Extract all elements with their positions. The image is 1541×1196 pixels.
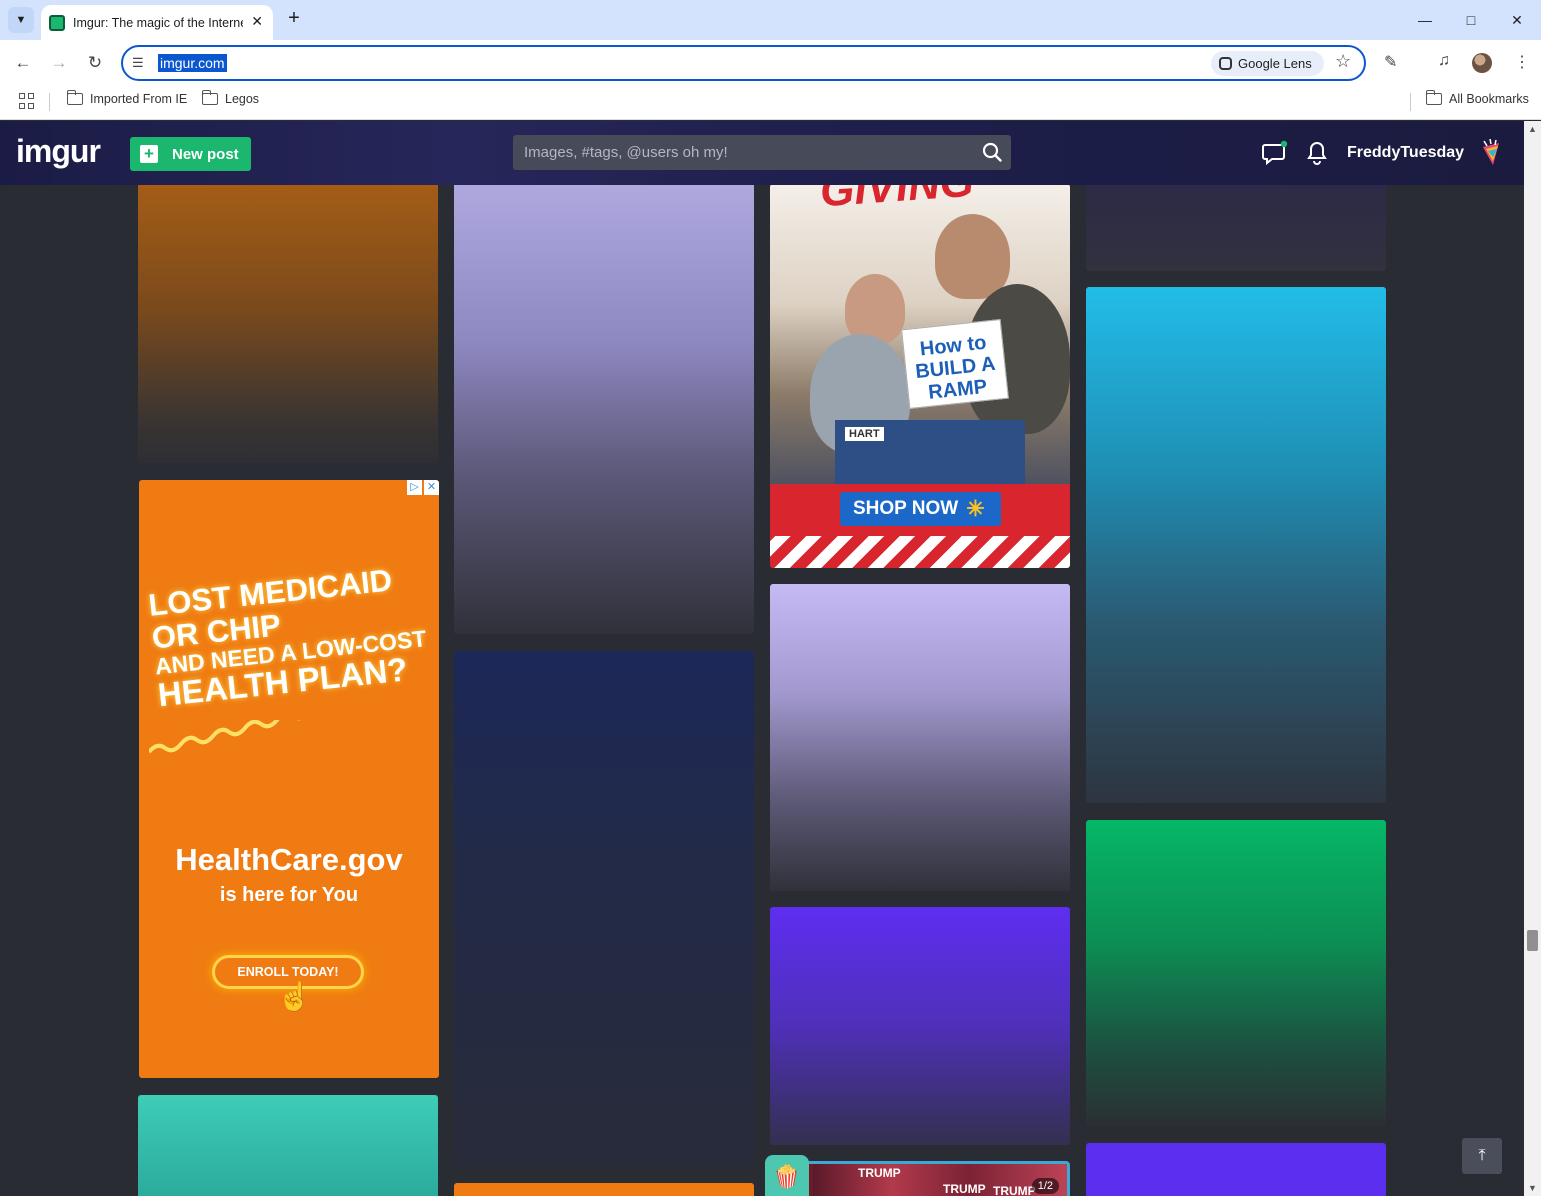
back-button[interactable]: ← <box>11 51 35 75</box>
user-avatar-icon[interactable] <box>1479 139 1503 167</box>
popcorn-badge-icon: 🍿 <box>765 1155 809 1196</box>
media-controls-icon[interactable]: ♫ <box>1438 52 1450 70</box>
new-post-label: New post <box>172 145 239 163</box>
ad-book: How to BUILD A RAMP <box>901 318 1009 410</box>
ad-choices[interactable]: ▷ ✕ <box>407 480 439 495</box>
post-card[interactable] <box>1086 820 1386 1126</box>
ad-info-icon[interactable]: ▷ <box>407 480 422 495</box>
all-bookmarks-label: All Bookmarks <box>1449 92 1529 106</box>
post-card[interactable] <box>454 181 754 634</box>
minimize-button[interactable]: — <box>1412 8 1438 32</box>
extensions-icon[interactable]: ✎ <box>1384 52 1397 72</box>
close-window-button[interactable]: ✕ <box>1504 8 1530 32</box>
bookmark-legos[interactable]: Legos <box>201 90 260 106</box>
bookmark-star-icon[interactable]: ☆ <box>1335 51 1351 72</box>
arrow-up-icon: ⤒ <box>1478 1147 1486 1164</box>
post-card[interactable] <box>138 1095 438 1196</box>
imgur-header: imgur + New post FreddyTuesday <box>0 121 1524 185</box>
maximize-button[interactable]: □ <box>1458 8 1484 32</box>
plus-icon: + <box>140 145 158 163</box>
post-card[interactable] <box>138 181 438 463</box>
forward-button[interactable]: → <box>47 51 71 75</box>
thumbnail-text: TRUMP <box>943 1182 986 1196</box>
post-card[interactable] <box>1086 287 1386 803</box>
address-bar[interactable]: ☰ imgur.com Google Lens ☆ <box>121 45 1366 81</box>
post-card[interactable] <box>1086 1143 1386 1196</box>
google-lens-button[interactable]: Google Lens <box>1211 51 1324 76</box>
folder-icon <box>66 90 83 105</box>
bookmarks-separator <box>49 93 50 111</box>
bookmark-imported-from-ie[interactable]: Imported From IE <box>66 90 188 106</box>
candy-stripe-decoration <box>770 536 1070 568</box>
google-lens-label: Google Lens <box>1238 56 1312 71</box>
adult-figure <box>935 214 1010 299</box>
ad-brand: HealthCare.gov <box>175 842 403 877</box>
url-text[interactable]: imgur.com <box>158 54 227 72</box>
post-card[interactable] <box>454 1183 754 1196</box>
bookmark-label: Imported From IE <box>90 92 188 106</box>
tool-box-brand: HART <box>845 427 884 441</box>
tab-search-button[interactable]: ▼ <box>8 7 34 33</box>
post-card[interactable] <box>1086 181 1386 271</box>
scroll-up-icon[interactable]: ▲ <box>1528 124 1537 134</box>
apps-grid-icon[interactable] <box>19 93 35 109</box>
lens-icon <box>1219 57 1232 70</box>
browser-toolbar: ← → ↻ ☰ imgur.com Google Lens ☆ ✎ ♫ ⋮ <box>0 40 1541 86</box>
shop-now-button[interactable]: SHOP NOW ✳ <box>840 492 1001 526</box>
healthcare-ad[interactable]: ▷ ✕ LOST MEDICAID OR CHIP AND NEED A LOW… <box>139 480 439 1078</box>
chrome-menu-icon[interactable]: ⋮ <box>1514 52 1530 72</box>
ad-close-icon[interactable]: ✕ <box>424 480 439 495</box>
post-card[interactable] <box>770 584 1070 891</box>
profile-avatar[interactable] <box>1472 53 1492 73</box>
scrollbar-thumb[interactable] <box>1527 930 1538 951</box>
ad-tagline: is here for You <box>219 884 359 906</box>
username[interactable]: FreddyTuesday <box>1347 144 1464 162</box>
ad-headline: LOST MEDICAID OR CHIP AND NEED A LOW-COS… <box>147 560 439 713</box>
new-tab-button[interactable]: + <box>283 8 305 30</box>
post-card[interactable] <box>770 907 1070 1145</box>
pointer-hand-icon: ☝ <box>277 981 312 1012</box>
imgur-favicon-icon <box>49 14 65 31</box>
reload-button[interactable]: ↻ <box>83 51 107 75</box>
page-scrollbar[interactable]: ▲ ▼ <box>1524 121 1541 1196</box>
thumbnail-text: TRUMP <box>993 1184 1036 1196</box>
search-input[interactable] <box>513 135 973 170</box>
walmart-spark-icon: ✳ <box>966 496 985 521</box>
site-info-icon[interactable]: ☰ <box>132 55 150 71</box>
shop-now-label: SHOP NOW <box>853 498 959 519</box>
bookmark-label: Legos <box>225 92 260 106</box>
messages-icon[interactable] <box>1261 139 1289 167</box>
ad-photo: GIVING How to BUILD A RAMP HART <box>770 184 1070 484</box>
page-viewport: imgur + New post FreddyTuesday <box>0 121 1524 1196</box>
search-box <box>513 135 1011 170</box>
ad-headline: GIVING <box>818 184 976 217</box>
folder-icon <box>201 90 218 105</box>
scroll-to-top-button[interactable]: ⤒ <box>1462 1138 1502 1174</box>
thumbnail-text: TRUMP <box>858 1166 901 1180</box>
notifications-bell-icon[interactable] <box>1303 139 1331 167</box>
folder-icon <box>1425 90 1442 105</box>
image-count-badge: 1/2 <box>1031 1178 1059 1194</box>
post-card[interactable]: TRUMP TRUMP TRUMP 1/2 <box>770 1161 1070 1196</box>
all-bookmarks[interactable]: All Bookmarks <box>1425 90 1529 106</box>
tab-title: Imgur: The magic of the Internet <box>73 15 243 30</box>
squiggle-decoration <box>149 720 302 754</box>
imgur-logo[interactable]: imgur <box>16 133 101 170</box>
search-icon[interactable] <box>982 142 1002 162</box>
active-tab[interactable]: Imgur: The magic of the Internet ✕ <box>41 5 273 40</box>
scroll-down-icon[interactable]: ▼ <box>1528 1183 1537 1193</box>
post-card[interactable] <box>454 651 754 1166</box>
close-tab-icon[interactable]: ✕ <box>251 13 263 30</box>
bookmarks-bar: Imported From IE Legos All Bookmarks <box>0 86 1541 120</box>
new-post-button[interactable]: + New post <box>130 137 251 171</box>
post-thumbnail: TRUMP TRUMP TRUMP <box>813 1164 1067 1196</box>
walmart-ad[interactable]: GIVING How to BUILD A RAMP HART SHOP NOW… <box>770 184 1070 568</box>
bookmarks-separator <box>1410 93 1411 111</box>
browser-tabstrip: ▼ Imgur: The magic of the Internet ✕ + —… <box>0 0 1541 40</box>
